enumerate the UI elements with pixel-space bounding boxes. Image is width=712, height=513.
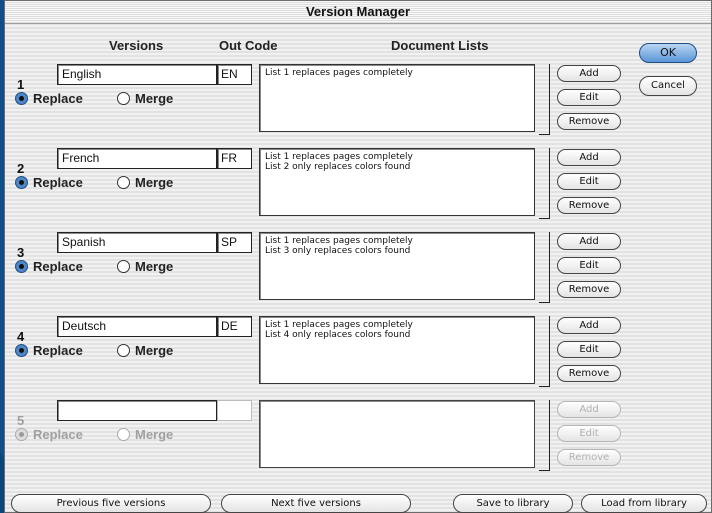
document-list-box[interactable]: List 1 replaces pages completely List 4 …	[259, 316, 535, 384]
previous-five-versions-button[interactable]: Previous five versions	[11, 494, 211, 513]
merge-label: Merge	[135, 91, 174, 106]
replace-label: Replace	[33, 175, 83, 190]
merge-label: Merge	[135, 175, 174, 190]
load-from-library-button[interactable]: Load from library	[581, 494, 707, 513]
radio-selected-icon	[15, 176, 28, 189]
add-button: Add	[557, 401, 621, 418]
out-code-field[interactable]: EN	[217, 64, 252, 85]
document-list-box[interactable]	[259, 400, 535, 468]
versions-header: Versions	[109, 38, 164, 53]
list-scrollbar[interactable]	[539, 148, 550, 219]
document-list-box[interactable]: List 1 replaces pages completely List 2 …	[259, 148, 535, 216]
radio-unselected-icon	[117, 260, 130, 273]
replace-label: Replace	[33, 427, 83, 442]
radio-unselected-icon	[117, 428, 130, 441]
out-code-header: Out Code	[219, 38, 278, 53]
merge-radio[interactable]: Merge	[117, 259, 173, 274]
list-item[interactable]: List 4 only replaces colors found	[265, 330, 529, 340]
window-title: Version Manager	[5, 1, 711, 24]
version-name-field[interactable]: Spanish	[57, 232, 217, 253]
remove-button[interactable]: Remove	[557, 197, 621, 214]
list-item[interactable]: List 1 replaces pages completely	[265, 320, 529, 330]
version-number: 2	[17, 161, 25, 176]
radio-unselected-icon	[117, 344, 130, 357]
version-row-4: 4 Deutsch DE Replace Merge List 1 replac…	[5, 313, 711, 393]
list-item[interactable]: List 1 replaces pages completely	[265, 236, 529, 246]
merge-radio[interactable]: Merge	[117, 91, 173, 106]
version-name-field[interactable]: English	[57, 64, 217, 85]
version-row-2: 2 French FR Replace Merge List 1 replace…	[5, 145, 711, 225]
version-row-5: 5 Replace Merge Add Edit Remove	[5, 397, 711, 477]
merge-label: Merge	[135, 343, 174, 358]
ok-button[interactable]: OK	[639, 43, 697, 63]
list-item[interactable]: List 2 only replaces colors found	[265, 162, 529, 172]
replace-label: Replace	[33, 343, 83, 358]
merge-radio[interactable]: Merge	[117, 175, 173, 190]
edit-button[interactable]: Edit	[557, 257, 621, 274]
merge-radio: Merge	[117, 427, 173, 442]
list-scrollbar[interactable]	[539, 400, 550, 471]
list-scrollbar[interactable]	[539, 64, 550, 135]
radio-selected-icon	[15, 344, 28, 357]
radio-selected-icon	[15, 260, 28, 273]
edit-button: Edit	[557, 425, 621, 442]
version-number: 1	[17, 77, 25, 92]
version-manager-dialog: Version Manager Versions Out Code Docume…	[4, 0, 712, 513]
radio-selected-icon	[15, 92, 28, 105]
next-five-versions-button[interactable]: Next five versions	[221, 494, 411, 513]
add-button[interactable]: Add	[557, 317, 621, 334]
list-scrollbar[interactable]	[539, 232, 550, 303]
replace-label: Replace	[33, 91, 83, 106]
list-scrollbar[interactable]	[539, 316, 550, 387]
document-list-box[interactable]: List 1 replaces pages completely List 3 …	[259, 232, 535, 300]
replace-radio[interactable]: Replace	[15, 259, 83, 274]
add-button[interactable]: Add	[557, 149, 621, 166]
version-name-field[interactable]: French	[57, 148, 217, 169]
version-name-field[interactable]: Deutsch	[57, 316, 217, 337]
replace-label: Replace	[33, 259, 83, 274]
out-code-field[interactable]: DE	[217, 316, 252, 337]
merge-radio[interactable]: Merge	[117, 343, 173, 358]
version-row-3: 3 Spanish SP Replace Merge List 1 replac…	[5, 229, 711, 309]
edit-button[interactable]: Edit	[557, 341, 621, 358]
remove-button[interactable]: Remove	[557, 281, 621, 298]
replace-radio: Replace	[15, 427, 83, 442]
merge-label: Merge	[135, 427, 174, 442]
remove-button[interactable]: Remove	[557, 113, 621, 130]
edit-button[interactable]: Edit	[557, 89, 621, 106]
radio-selected-icon	[15, 428, 28, 441]
add-button[interactable]: Add	[557, 233, 621, 250]
version-number: 3	[17, 245, 25, 260]
version-name-field[interactable]	[57, 400, 217, 421]
out-code-field[interactable]: SP	[217, 232, 252, 253]
version-number: 5	[17, 413, 25, 428]
add-button[interactable]: Add	[557, 65, 621, 82]
remove-button: Remove	[557, 449, 621, 466]
document-lists-header: Document Lists	[391, 38, 489, 53]
list-item[interactable]: List 3 only replaces colors found	[265, 246, 529, 256]
version-number: 4	[17, 329, 25, 344]
version-row-1: 1 English EN Replace Merge List 1 replac…	[5, 61, 711, 141]
merge-label: Merge	[135, 259, 174, 274]
list-item[interactable]: List 1 replaces pages completely	[265, 68, 529, 78]
replace-radio[interactable]: Replace	[15, 175, 83, 190]
radio-unselected-icon	[117, 176, 130, 189]
out-code-field	[217, 400, 252, 421]
list-item[interactable]: List 1 replaces pages completely	[265, 152, 529, 162]
radio-unselected-icon	[117, 92, 130, 105]
out-code-field[interactable]: FR	[217, 148, 252, 169]
document-list-box[interactable]: List 1 replaces pages completely	[259, 64, 535, 132]
replace-radio[interactable]: Replace	[15, 343, 83, 358]
edit-button[interactable]: Edit	[557, 173, 621, 190]
remove-button[interactable]: Remove	[557, 365, 621, 382]
save-to-library-button[interactable]: Save to library	[453, 494, 573, 513]
replace-radio[interactable]: Replace	[15, 91, 83, 106]
